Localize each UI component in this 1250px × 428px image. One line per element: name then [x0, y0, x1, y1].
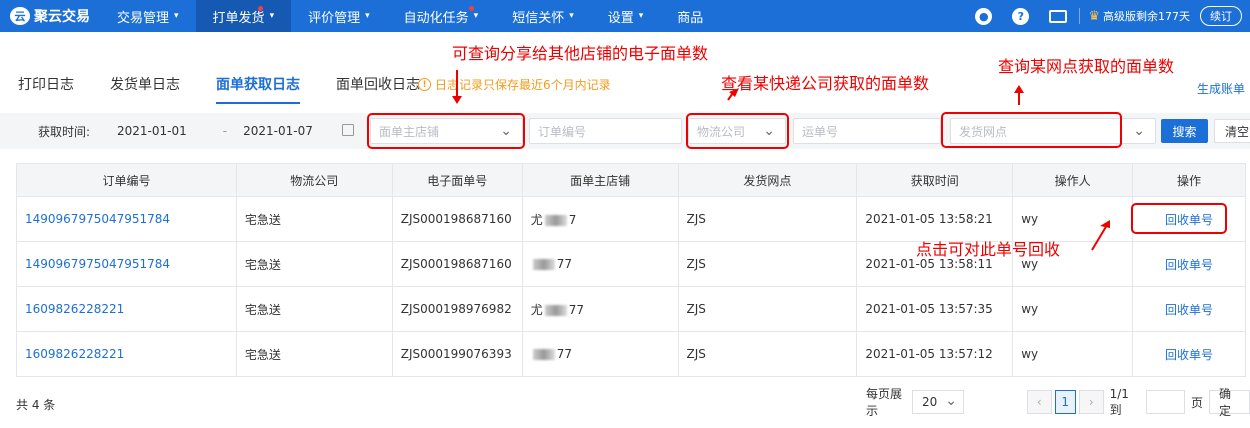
page: 云 聚云交易 交易管理 ▾ 打单发货 ▾ 评价管理 ▾ 自动化任务 ▾ 短信关怀 ▾ 设置… — [0, 0, 1250, 428]
annotation-arrows — [452, 70, 1110, 251]
